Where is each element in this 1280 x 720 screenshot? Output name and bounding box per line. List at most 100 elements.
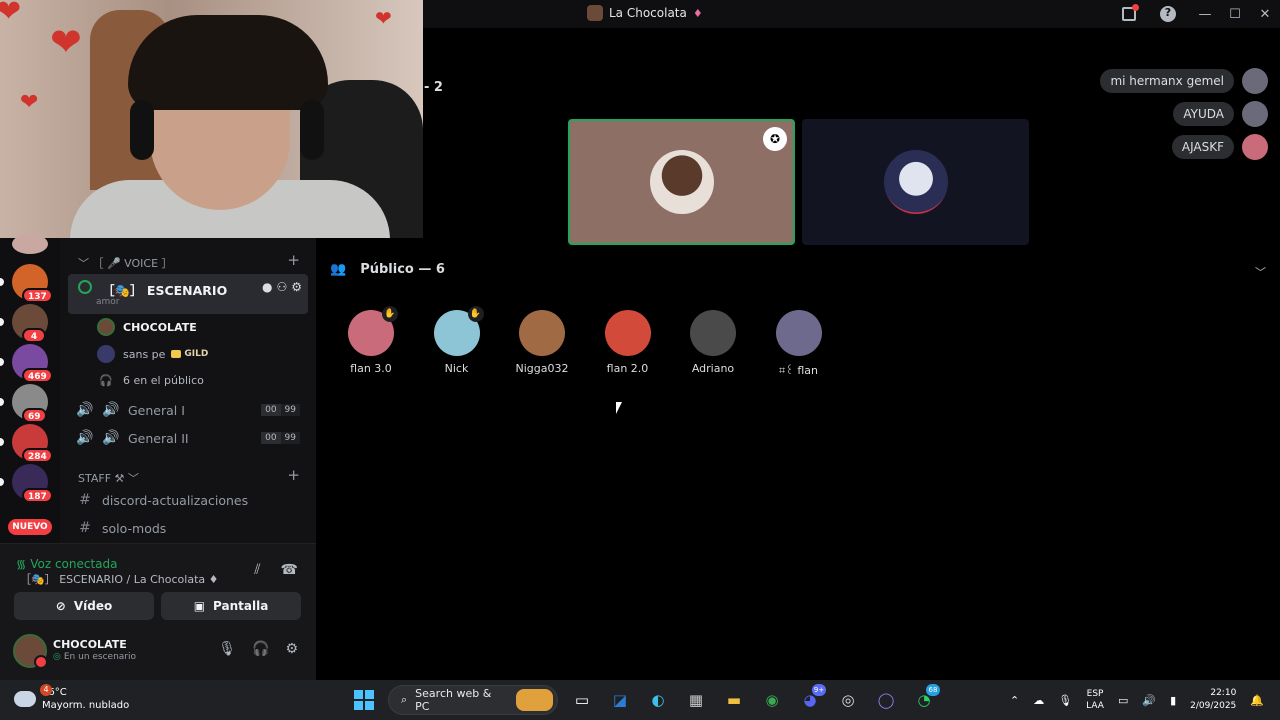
audience-header-label: Público — 6 — [360, 262, 445, 277]
invite-icon[interactable]: ⚇ — [276, 280, 287, 294]
help-icon[interactable]: ? — [1160, 6, 1176, 22]
audience-member[interactable]: flan 2.0 — [586, 310, 670, 375]
audience-icon: 👥 — [330, 262, 347, 277]
audience-header: 👥 Público — 6 — [330, 262, 445, 277]
text-channel-name: solo-mods — [102, 520, 167, 536]
mention-badge: 187 — [22, 488, 53, 503]
audience-member-name: ⌗꒰ flan — [779, 364, 818, 377]
hashtag-icon: # — [79, 520, 91, 536]
file-explorer-icon[interactable]: ▬ — [720, 686, 748, 714]
screen-share-icon: ▣ — [193, 599, 206, 613]
notifications-icon[interactable]: 🔔 — [1250, 694, 1264, 707]
audience-member[interactable]: Nigga032 — [500, 310, 584, 375]
title-bar-icons: ? — ☐ ✕ — [1112, 0, 1280, 28]
clock[interactable]: 22:10 2/09/2025 — [1190, 687, 1236, 713]
audience-member[interactable]: ⌗꒰ flan — [757, 310, 841, 378]
volume-icon[interactable]: 🔊 — [1142, 694, 1156, 707]
stage-member[interactable]: CHOCOLATE — [97, 315, 197, 339]
whatsapp-icon[interactable]: ◔ 68 — [910, 684, 940, 714]
onedrive-icon[interactable]: ☁ — [1033, 694, 1044, 707]
minimize-icon[interactable]: — — [1190, 7, 1220, 22]
close-icon[interactable]: ✕ — [1250, 7, 1280, 22]
taskbar-apps: ⌕ Search web & PC ▭ ◪ ◐ ▦ ▬ ◉ ◕ 9+ ◎ ◯ ◔ 6… — [350, 684, 940, 716]
language-indicator[interactable]: ESP LAA — [1086, 688, 1104, 712]
video-button[interactable]: ⊘ Vídeo — [14, 592, 154, 620]
microphone-icon[interactable]: 🎙 — [218, 641, 236, 657]
discord-icon[interactable]: ◕ 9+ — [796, 684, 826, 714]
discord-badge: 9+ — [812, 684, 826, 696]
avatar: ✋ — [348, 306, 398, 356]
microphone-tray-icon[interactable]: 🎙 — [1058, 694, 1072, 707]
audience-member[interactable]: Adriano — [671, 310, 755, 375]
speaker-icon: 🔊 — [102, 402, 120, 418]
voice-channel-general-ii[interactable]: 🔊 🔊 General II 00 99 — [68, 424, 308, 452]
avatar: ✋ — [433, 306, 484, 356]
weather-widget[interactable]: 4 16°C Mayorm. nublado — [14, 684, 129, 712]
stage-channel-name: ［🎭］ ESCENARIO — [102, 283, 228, 298]
audience-member[interactable]: ✋ Nick — [415, 306, 499, 375]
network-icon[interactable]: ▭ — [1118, 694, 1128, 707]
screen-share-button[interactable]: ▣ Pantalla — [161, 592, 301, 620]
audience-count-row[interactable]: 🎧 6 en el público — [97, 368, 204, 392]
staff-category-label: STAFF ⚒ ﹀ — [78, 472, 139, 485]
chrome-icon[interactable]: ◉ — [758, 686, 786, 714]
avatar — [775, 310, 822, 356]
assistant-icon[interactable]: ◯ — [872, 686, 900, 714]
staff-category[interactable]: STAFF ⚒ ﹀ — [78, 470, 139, 486]
bubble-text: AYUDA — [1173, 102, 1234, 126]
maximize-icon[interactable]: ☐ — [1220, 7, 1250, 22]
raised-hand-icon: ✋ — [467, 306, 484, 322]
add-channel-icon[interactable]: + — [287, 251, 300, 269]
headset-right — [300, 100, 324, 160]
stage-member[interactable]: sans pe GILD — [97, 342, 208, 366]
taskbar-search[interactable]: ⌕ Search web & PC — [388, 685, 558, 715]
chat-icon[interactable]: ● — [262, 280, 272, 294]
outlook-icon[interactable]: ◪ — [606, 686, 634, 714]
task-view-icon[interactable]: ▭ — [568, 686, 596, 714]
weather-text: 16°C Mayorm. nublado — [42, 686, 129, 712]
mention-badge: 4 — [22, 328, 46, 343]
battery-icon[interactable]: ▮ — [1170, 694, 1176, 707]
edge-icon[interactable]: ◐ — [644, 686, 672, 714]
avatar — [1242, 68, 1268, 94]
start-button[interactable] — [350, 686, 378, 714]
avatar[interactable] — [13, 634, 48, 669]
voice-location[interactable]: ［🎭］ ESCENARIO / La Chocolata ♦ — [20, 571, 219, 587]
text-channel[interactable]: # discord-actualizaciones — [68, 486, 308, 514]
audience-member[interactable]: ✋ flan 3.0 — [329, 306, 413, 375]
windows-taskbar: 4 16°C Mayorm. nublado ⌕ Search web & PC… — [0, 680, 1280, 720]
avatar — [97, 345, 115, 363]
temperature: 16°C — [42, 687, 67, 698]
unread-indicator — [0, 278, 4, 286]
obs-icon[interactable]: ◎ — [834, 686, 862, 714]
weather-badge: 4 — [40, 684, 52, 696]
voice-category-label: ﹀ ［ 🎤 VOICE ］ — [78, 257, 173, 270]
stage-channel-escenario[interactable]: ［🎭］ ESCENARIO amor ● ⚇ ⚙ — [68, 274, 308, 314]
user-name[interactable]: CHOCOLATE — [53, 638, 127, 651]
avatar — [1242, 101, 1268, 127]
video-off-icon: ⊘ — [55, 599, 66, 613]
voice-channel-name: General II — [128, 430, 189, 446]
voice-category[interactable]: ﹀ ［ 🎤 VOICE ］ — [78, 255, 173, 271]
add-channel-icon[interactable]: + — [287, 466, 300, 484]
headphones-icon[interactable]: 🎧 — [252, 641, 269, 657]
speaker-tile-2[interactable] — [802, 119, 1029, 245]
disconnect-icon[interactable]: ☎ — [281, 562, 298, 578]
audience-member-name: Nick — [444, 362, 469, 375]
noise-suppression-icon[interactable]: ⫽ — [254, 562, 260, 578]
voice-panel-icons: ⫽ ☎ — [254, 562, 298, 578]
hashtag-icon: # — [79, 492, 91, 508]
voice-channel-general-i[interactable]: 🔊 🔊 General I 00 99 — [68, 396, 308, 424]
member-name: CHOCOLATE — [123, 320, 197, 334]
settings-gear-icon[interactable]: ⚙ — [291, 280, 302, 294]
text-channel[interactable]: # solo-mods — [68, 514, 308, 542]
collapse-chevron-icon[interactable]: ﹀ — [1255, 264, 1266, 280]
avatar — [519, 310, 565, 356]
inbox-icon[interactable] — [1122, 4, 1139, 21]
speaker-tile-1[interactable]: ✪ — [568, 119, 795, 245]
show-hidden-icons-icon[interactable]: ⌃ — [1010, 694, 1019, 707]
store-icon[interactable]: ▦ — [682, 686, 710, 714]
server-icon[interactable] — [12, 234, 48, 254]
stage-status-icon: ◎ — [53, 652, 61, 662]
user-settings-gear-icon[interactable]: ⚙ — [285, 641, 298, 657]
